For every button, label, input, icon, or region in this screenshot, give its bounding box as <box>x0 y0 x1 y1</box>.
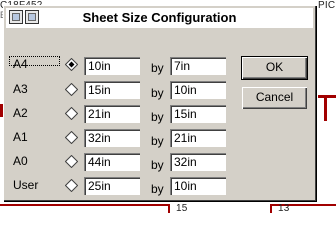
radio-a2[interactable] <box>65 107 78 120</box>
schematic-wire <box>168 204 170 213</box>
size-label-a0: A0 <box>13 154 28 168</box>
width-field-a3[interactable]: 15in <box>84 81 140 99</box>
size-label-a4: A4 <box>13 57 28 71</box>
pin-number: 13 <box>278 203 290 214</box>
size-label-a3: A3 <box>13 82 28 96</box>
radio-a3[interactable] <box>65 83 78 96</box>
height-field-a4[interactable]: 7in <box>170 57 226 75</box>
radio-a4[interactable] <box>65 58 78 71</box>
size-label-a1: A1 <box>13 130 28 144</box>
width-field-a2[interactable]: 21in <box>84 105 140 123</box>
pin-number: 15 <box>176 203 188 214</box>
height-field-user[interactable]: 10in <box>170 177 226 195</box>
radio-a1[interactable] <box>65 131 78 144</box>
width-field-a1[interactable]: 32in <box>84 129 140 147</box>
height-field-a0[interactable]: 32in <box>170 153 226 171</box>
by-label: by <box>151 86 164 100</box>
size-label-user: User <box>13 178 39 192</box>
schematic-wire <box>318 95 336 98</box>
width-field-a4[interactable]: 10in <box>84 57 140 75</box>
component-label-right: PIC <box>318 0 336 11</box>
dialog-title: Sheet Size Configuration <box>82 10 237 25</box>
by-label: by <box>151 61 164 75</box>
sheet-size-dialog: Sheet Size Configuration A4 10in by 7in … <box>3 5 316 201</box>
height-field-a3[interactable]: 10in <box>170 81 226 99</box>
schematic-wire <box>0 204 170 206</box>
size-label-a2: A2 <box>13 106 28 120</box>
height-field-a1[interactable]: 21in <box>170 129 226 147</box>
title-bar[interactable]: Sheet Size Configuration <box>6 8 313 28</box>
ok-button[interactable]: OK <box>241 56 308 80</box>
schematic-wire <box>324 95 327 121</box>
by-label: by <box>151 182 164 196</box>
width-field-user[interactable]: 25in <box>84 177 140 195</box>
by-label: by <box>151 110 164 124</box>
cancel-button[interactable]: Cancel <box>242 87 307 109</box>
by-label: by <box>151 158 164 172</box>
radio-user[interactable] <box>65 179 78 192</box>
radio-a0[interactable] <box>65 155 78 168</box>
height-field-a2[interactable]: 15in <box>170 105 226 123</box>
width-field-a0[interactable]: 44in <box>84 153 140 171</box>
by-label: by <box>151 134 164 148</box>
